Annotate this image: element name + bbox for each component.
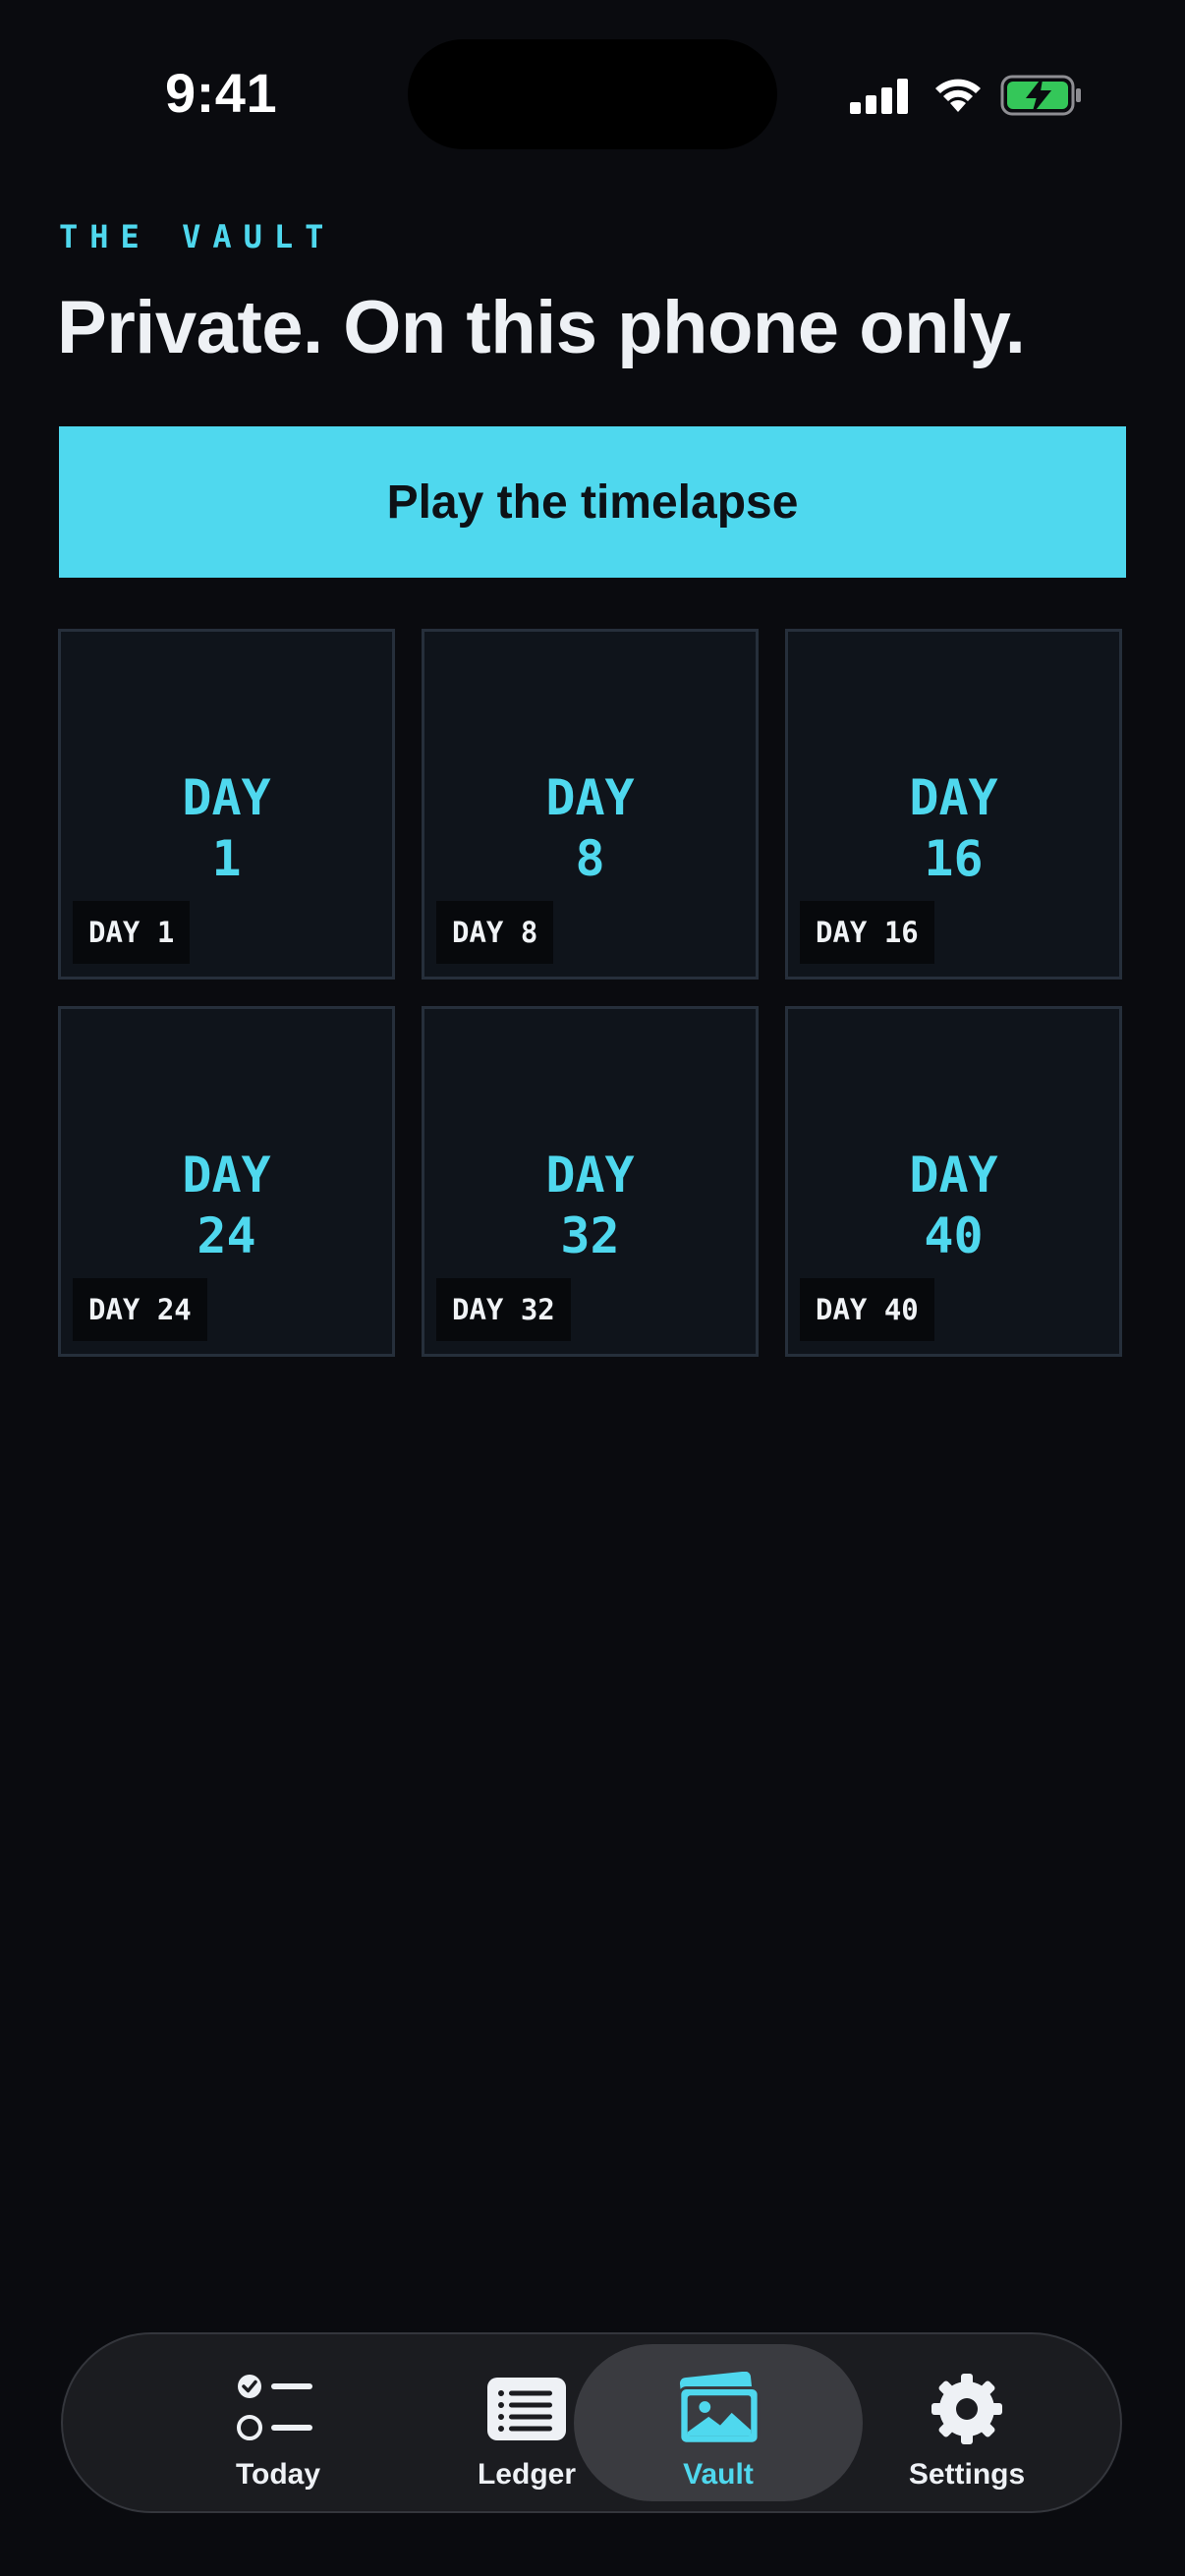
- tile-label: DAY 1: [61, 767, 392, 889]
- tile-day-number: 8: [575, 830, 605, 887]
- tile-tag: DAY 8: [436, 901, 554, 964]
- status-bar: 9:41: [0, 0, 1185, 196]
- tile-label-line: DAY: [182, 1147, 271, 1204]
- tile-label: DAY 16: [788, 767, 1119, 889]
- tile-day-number: 1: [211, 830, 242, 887]
- status-time: 9:41: [165, 62, 278, 124]
- tile-label-line: DAY: [909, 1147, 998, 1204]
- tab-today[interactable]: Today: [155, 2334, 401, 2511]
- checklist-icon: [234, 2370, 322, 2448]
- tile-label: DAY 32: [424, 1145, 756, 1266]
- tab-vault[interactable]: Vault: [595, 2334, 841, 2511]
- page-title: Private. On this phone only.: [57, 286, 1026, 369]
- tile-day-number: 32: [560, 1207, 620, 1264]
- tile-label-line: DAY: [909, 769, 998, 826]
- wifi-icon: [935, 79, 981, 112]
- list-icon: [482, 2370, 571, 2448]
- tab-label: Today: [235, 2458, 321, 2491]
- grid-tile[interactable]: DAY 16 DAY 16: [785, 629, 1122, 980]
- tile-tag: DAY 24: [73, 1278, 207, 1341]
- section-eyebrow: THE VAULT: [59, 218, 336, 255]
- status-icons: [845, 69, 1091, 124]
- tile-tag: DAY 1: [73, 901, 191, 964]
- grid-tile[interactable]: DAY 1 DAY 1: [58, 629, 395, 980]
- tile-tag: DAY 16: [800, 901, 934, 964]
- tab-label: Vault: [683, 2458, 754, 2491]
- grid-tile[interactable]: DAY 40 DAY 40: [785, 1006, 1122, 1357]
- tab-bar: Today Ledger Vault Settings: [61, 2332, 1122, 2513]
- tile-tag: DAY 40: [800, 1278, 934, 1341]
- play-timelapse-button[interactable]: Play the timelapse: [59, 426, 1126, 578]
- grid-tile[interactable]: DAY 8 DAY 8: [422, 629, 759, 980]
- tile-label-line: DAY: [545, 769, 635, 826]
- tile-label: DAY 40: [788, 1145, 1119, 1266]
- dynamic-island: [408, 39, 777, 149]
- battery-charging-icon: [1000, 75, 1081, 116]
- cellular-signal-icon: [850, 79, 908, 114]
- tile-tag: DAY 32: [436, 1278, 571, 1341]
- tab-settings[interactable]: Settings: [844, 2334, 1090, 2511]
- tile-label: DAY 24: [61, 1145, 392, 1266]
- tile-label: DAY 8: [424, 767, 756, 889]
- tab-label: Ledger: [477, 2458, 577, 2491]
- photos-icon: [674, 2370, 762, 2448]
- tab-label: Settings: [908, 2458, 1026, 2491]
- tile-day-number: 40: [924, 1207, 984, 1264]
- gear-icon: [923, 2370, 1011, 2448]
- tile-day-number: 24: [197, 1207, 256, 1264]
- grid-tile[interactable]: DAY 24 DAY 24: [58, 1006, 395, 1357]
- tile-label-line: DAY: [182, 769, 271, 826]
- tile-label-line: DAY: [545, 1147, 635, 1204]
- tile-day-number: 16: [924, 830, 984, 887]
- grid-tile[interactable]: DAY 32 DAY 32: [422, 1006, 759, 1357]
